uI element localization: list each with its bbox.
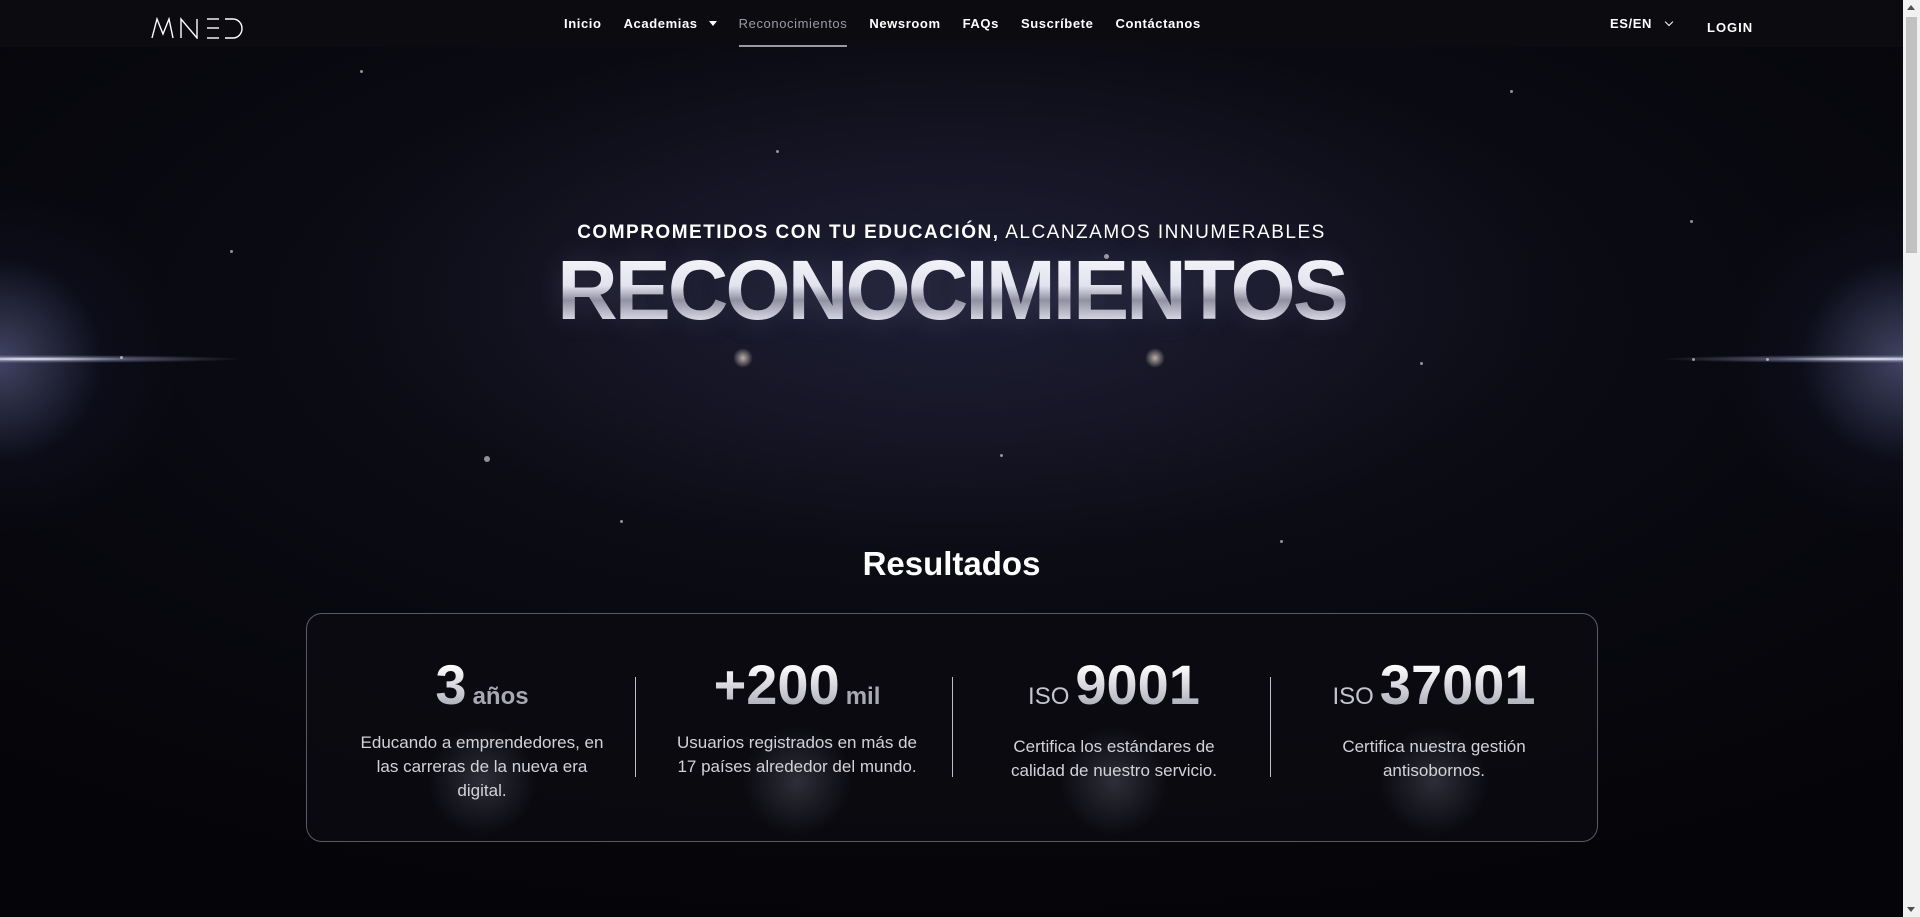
stat-value: ISO 9001 bbox=[969, 652, 1259, 717]
page: Inicio Academias Reconocimientos Newsroo… bbox=[0, 0, 1903, 917]
logo[interactable] bbox=[151, 17, 243, 39]
main-menu: Inicio Academias Reconocimientos Newsroo… bbox=[553, 0, 1212, 47]
stat-value: 3 años bbox=[337, 652, 627, 717]
hero-subtitle-rest: ALCANZAMOS INNUMERABLES bbox=[999, 222, 1326, 243]
nav-contactanos[interactable]: Contáctanos bbox=[1104, 0, 1211, 47]
top-nav: Inicio Academias Reconocimientos Newsroo… bbox=[0, 0, 1903, 47]
star bbox=[1420, 362, 1423, 365]
scrollbar-thumb[interactable] bbox=[1906, 17, 1917, 253]
stat-users: +200 mil Usuarios registrados en más de … bbox=[652, 614, 942, 843]
hero-subtitle-bold: COMPROMETIDOS CON TU EDUCACIÓN, bbox=[577, 222, 1000, 243]
nav-reconocimientos[interactable]: Reconocimientos bbox=[728, 0, 859, 47]
star bbox=[1000, 454, 1003, 457]
star bbox=[1692, 358, 1695, 361]
hero-title: RECONOCIMIENTOS bbox=[0, 242, 1903, 339]
nav-reconocimientos-label: Reconocimientos bbox=[738, 16, 848, 31]
bokeh-light bbox=[1145, 348, 1165, 368]
stat-value: ISO 37001 bbox=[1289, 652, 1579, 717]
nav-newsroom[interactable]: Newsroom bbox=[858, 0, 951, 47]
nav-contactanos-label: Contáctanos bbox=[1115, 16, 1201, 31]
divider bbox=[635, 677, 636, 777]
nav-faqs[interactable]: FAQs bbox=[952, 0, 1010, 47]
scroll-up-arrow-icon[interactable] bbox=[1907, 5, 1915, 10]
stat-description: Certifica nuestra gestión antisobornos. bbox=[1342, 737, 1526, 780]
star bbox=[360, 70, 363, 73]
star bbox=[484, 456, 490, 462]
login-button[interactable]: LOGIN bbox=[1707, 0, 1753, 47]
language-selector[interactable]: ES/EN bbox=[1610, 0, 1674, 47]
nav-newsroom-label: Newsroom bbox=[869, 16, 941, 31]
vertical-scrollbar[interactable] bbox=[1903, 0, 1920, 917]
star bbox=[1766, 358, 1769, 361]
nav-academias[interactable]: Academias bbox=[613, 0, 728, 47]
nav-suscribete[interactable]: Suscríbete bbox=[1010, 0, 1104, 47]
star bbox=[620, 520, 623, 523]
star bbox=[1280, 540, 1283, 543]
nav-academias-label: Academias bbox=[623, 16, 698, 31]
stat-description: Certifica los estándares de calidad de n… bbox=[1010, 737, 1217, 780]
hero-subtitle: COMPROMETIDOS CON TU EDUCACIÓN, ALCANZAM… bbox=[0, 222, 1903, 244]
star bbox=[776, 150, 779, 153]
divider bbox=[952, 677, 953, 777]
stat-unit: años bbox=[472, 683, 529, 710]
stat-number: 9001 bbox=[1075, 653, 1200, 716]
stat-unit: mil bbox=[845, 683, 881, 710]
nav-faqs-label: FAQs bbox=[962, 16, 999, 31]
stat-description: Educando a emprendedores, en las carrera… bbox=[360, 733, 604, 800]
scroll-down-arrow-icon[interactable] bbox=[1907, 907, 1915, 912]
results-card: 3 años Educando a emprendedores, en las … bbox=[306, 613, 1598, 842]
nav-inicio[interactable]: Inicio bbox=[553, 0, 613, 47]
stat-iso-9001: ISO 9001 Certifica los estándares de cal… bbox=[969, 614, 1259, 843]
results-title: Resultados bbox=[862, 545, 1041, 582]
stat-value: +200 mil bbox=[652, 652, 942, 717]
stat-prefix: ISO bbox=[1028, 683, 1070, 710]
stat-number: +200 bbox=[713, 653, 840, 716]
divider bbox=[1270, 677, 1271, 777]
star bbox=[1510, 90, 1513, 93]
light-flare-right bbox=[1663, 355, 1903, 363]
stat-years: 3 años Educando a emprendedores, en las … bbox=[337, 614, 627, 843]
stat-iso-37001: ISO 37001 Certifica nuestra gestión anti… bbox=[1289, 614, 1579, 843]
chevron-down-icon bbox=[1664, 17, 1674, 27]
stat-prefix: ISO bbox=[1332, 683, 1374, 710]
language-label: ES/EN bbox=[1610, 16, 1653, 31]
nav-inicio-label: Inicio bbox=[564, 16, 602, 31]
stat-number: 3 bbox=[435, 653, 467, 716]
stat-number: 37001 bbox=[1379, 653, 1536, 716]
nav-suscribete-label: Suscríbete bbox=[1020, 16, 1094, 31]
caret-down-icon bbox=[708, 21, 717, 26]
login-label: LOGIN bbox=[1707, 20, 1754, 35]
stat-description: Usuarios registrados en más de 17 países… bbox=[676, 733, 917, 776]
bokeh-light bbox=[733, 348, 753, 368]
star bbox=[120, 356, 123, 359]
